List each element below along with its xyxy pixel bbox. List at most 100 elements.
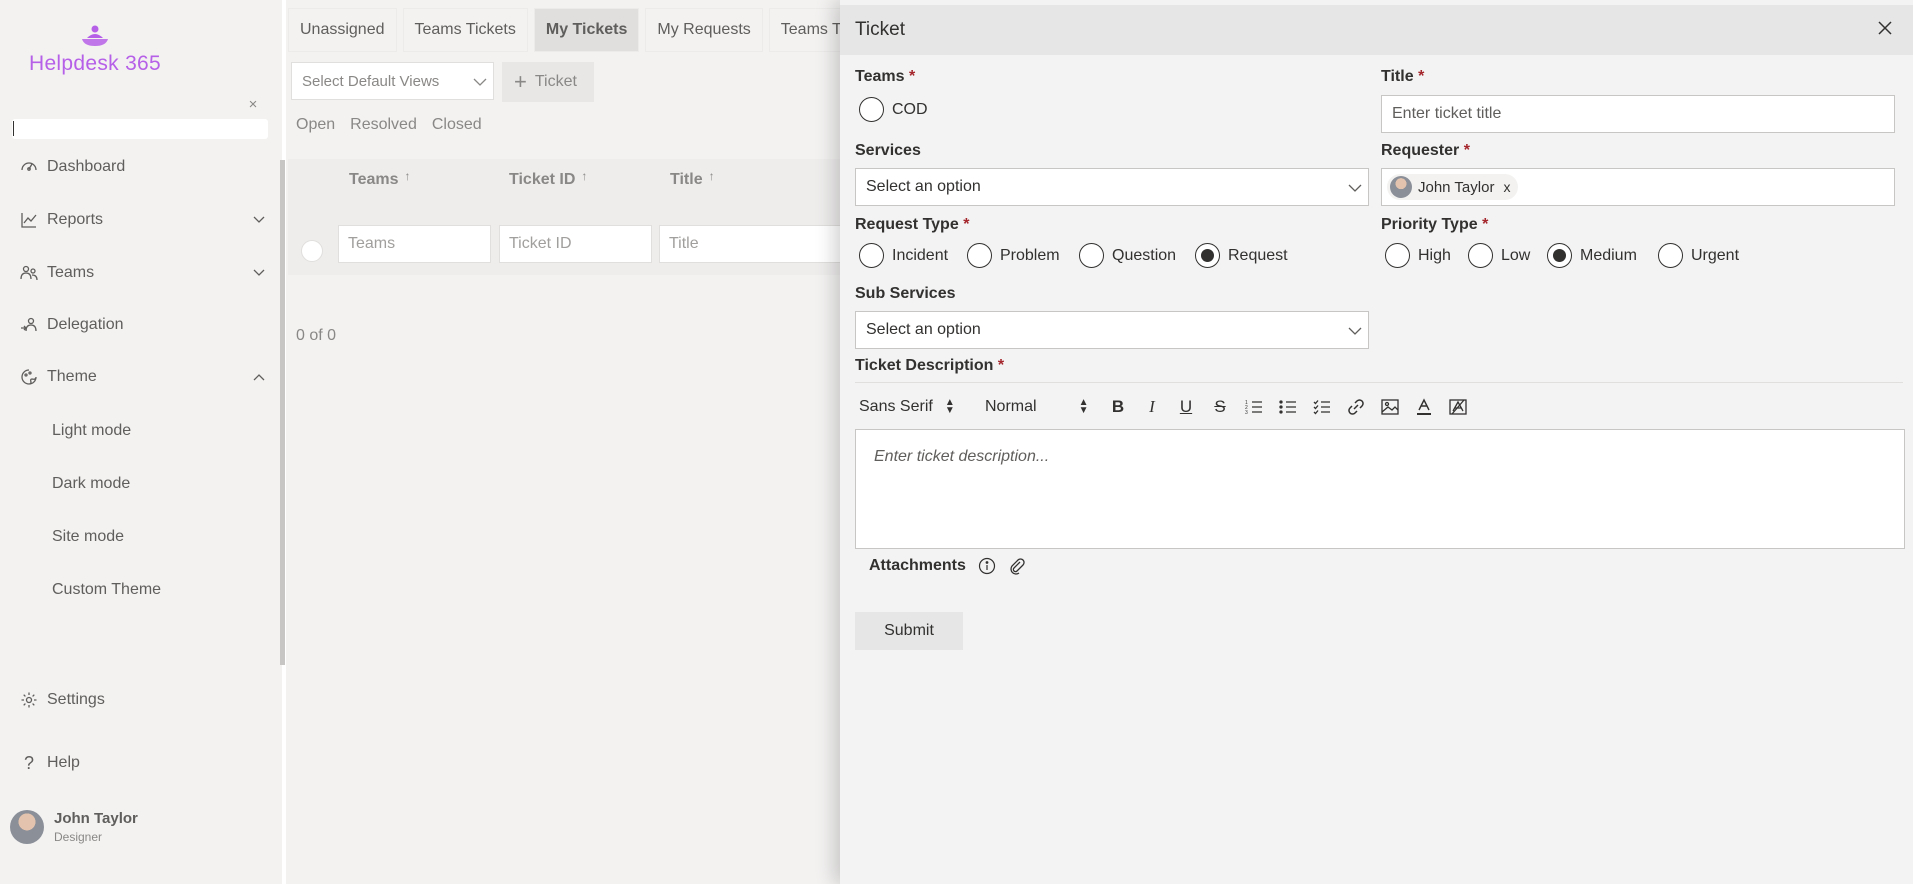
theme-dark-mode[interactable]: Dark mode bbox=[52, 471, 130, 497]
services-dropdown[interactable]: Select an option bbox=[855, 168, 1369, 206]
paperclip-icon[interactable] bbox=[1008, 557, 1026, 575]
requester-label: Requester * bbox=[1381, 142, 1470, 159]
request-type-question[interactable]: Question bbox=[1079, 243, 1176, 268]
radio-label: Urgent bbox=[1691, 246, 1740, 264]
views-placeholder: Select Default Views bbox=[302, 72, 440, 90]
filter-resolved[interactable]: Resolved bbox=[350, 116, 417, 136]
close-icon[interactable] bbox=[1875, 18, 1895, 38]
submit-button[interactable]: Submit bbox=[855, 612, 963, 650]
nav-help[interactable]: ? Help bbox=[19, 748, 267, 778]
nav-label: Reports bbox=[47, 211, 104, 228]
filter-teams-input[interactable]: Teams bbox=[338, 225, 491, 263]
column-label: Teams bbox=[349, 171, 399, 188]
filter-ticket-id-input[interactable]: Ticket ID bbox=[499, 225, 652, 263]
svg-text:3: 3 bbox=[1245, 410, 1248, 415]
font-family-value: Sans Serif bbox=[859, 398, 933, 415]
strikethrough-icon[interactable]: S bbox=[1203, 393, 1237, 421]
nav-dashboard[interactable]: Dashboard bbox=[19, 152, 267, 182]
radio-label: Request bbox=[1228, 246, 1288, 264]
filter-open[interactable]: Open bbox=[296, 116, 335, 136]
title-input[interactable]: Enter ticket title bbox=[1381, 95, 1895, 133]
nav-theme[interactable]: Theme bbox=[19, 362, 267, 392]
chevron-down-icon bbox=[251, 212, 267, 228]
sub-services-dropdown[interactable]: Select an option bbox=[855, 311, 1369, 349]
chevron-up-icon bbox=[251, 369, 267, 385]
tab-unassigned[interactable]: Unassigned bbox=[288, 8, 397, 52]
sort-up-icon: ↑ bbox=[581, 169, 588, 183]
column-header-teams[interactable]: Teams ↑ bbox=[349, 169, 411, 189]
radio-circle bbox=[859, 243, 884, 268]
gear-icon bbox=[19, 690, 39, 710]
filter-title-input[interactable]: Title bbox=[659, 225, 843, 263]
priority-low[interactable]: Low bbox=[1468, 243, 1530, 268]
filter-closed[interactable]: Closed bbox=[432, 116, 482, 136]
sort-up-icon: ↑ bbox=[404, 169, 411, 183]
checklist-icon[interactable] bbox=[1305, 393, 1339, 421]
column-header-title[interactable]: Title ↑ bbox=[670, 169, 715, 189]
nav-settings[interactable]: Settings bbox=[19, 685, 267, 715]
close-search-icon[interactable]: × bbox=[246, 97, 260, 112]
column-label: Ticket ID bbox=[509, 171, 576, 188]
italic-icon[interactable]: I bbox=[1135, 393, 1169, 421]
radio-label: Problem bbox=[1000, 246, 1060, 264]
ticket-description-editor[interactable]: Enter ticket description... bbox=[855, 429, 1905, 549]
requester-input[interactable]: John Taylor x bbox=[1381, 168, 1895, 206]
app-logo[interactable]: Helpdesk 365 bbox=[20, 24, 170, 76]
sidebar-search-input[interactable] bbox=[12, 119, 268, 139]
user-name: John Taylor bbox=[54, 810, 138, 827]
teams-radio-cod[interactable]: COD bbox=[859, 97, 928, 122]
bold-icon[interactable]: B bbox=[1101, 393, 1135, 421]
bullet-list-icon[interactable] bbox=[1271, 393, 1305, 421]
tab-my-requests[interactable]: My Requests bbox=[645, 8, 763, 52]
theme-custom-theme[interactable]: Custom Theme bbox=[52, 577, 161, 603]
radio-circle bbox=[1079, 243, 1104, 268]
image-icon[interactable] bbox=[1373, 393, 1407, 421]
sub-services-placeholder: Select an option bbox=[866, 321, 981, 338]
font-size-value: Normal bbox=[985, 398, 1037, 415]
font-size-select[interactable]: Normal ▲ ▼ bbox=[980, 398, 1101, 416]
nav-label: Settings bbox=[47, 691, 105, 708]
user-profile[interactable]: John Taylor Designer bbox=[10, 806, 138, 848]
theme-site-mode[interactable]: Site mode bbox=[52, 524, 124, 550]
column-label: Title bbox=[670, 171, 703, 188]
radio-circle bbox=[967, 243, 992, 268]
priority-medium[interactable]: Medium bbox=[1547, 243, 1637, 268]
nav-teams[interactable]: Teams bbox=[19, 258, 267, 288]
radio-circle bbox=[1385, 243, 1410, 268]
clear-format-icon[interactable] bbox=[1441, 393, 1475, 421]
tab-teams-tickets[interactable]: Teams Tickets bbox=[402, 8, 528, 52]
sidebar-scrollbar[interactable] bbox=[280, 160, 285, 665]
info-icon[interactable] bbox=[978, 557, 996, 575]
radio-label: Incident bbox=[892, 246, 949, 264]
font-family-select[interactable]: Sans Serif ▲ ▼ bbox=[855, 398, 980, 416]
priority-high[interactable]: High bbox=[1385, 243, 1451, 268]
theme-light-mode[interactable]: Light mode bbox=[52, 418, 131, 444]
help-icon: ? bbox=[23, 752, 34, 773]
attachments-label: Attachments bbox=[869, 557, 966, 574]
column-header-ticket-id[interactable]: Ticket ID ↑ bbox=[509, 169, 588, 189]
request-type-incident[interactable]: Incident bbox=[859, 243, 948, 268]
main-content: Unassigned Teams Tickets My Tickets My R… bbox=[286, 0, 861, 884]
priority-urgent[interactable]: Urgent bbox=[1658, 243, 1739, 268]
request-type-request[interactable]: Request bbox=[1195, 243, 1288, 268]
default-views-dropdown[interactable]: Select Default Views bbox=[291, 62, 494, 100]
text-color-icon[interactable] bbox=[1407, 393, 1441, 421]
request-type-problem[interactable]: Problem bbox=[967, 243, 1060, 268]
ordered-list-icon[interactable]: 123 bbox=[1237, 393, 1271, 421]
select-all-checkbox[interactable] bbox=[301, 240, 323, 262]
teams-label: Teams * bbox=[855, 68, 916, 85]
requester-pill: John Taylor x bbox=[1387, 174, 1519, 200]
attachments-row: Attachments bbox=[869, 557, 1026, 575]
nav-reports[interactable]: Reports bbox=[19, 205, 267, 235]
radio-circle bbox=[1468, 243, 1493, 268]
add-ticket-button[interactable]: + Ticket bbox=[502, 62, 594, 102]
tab-my-tickets[interactable]: My Tickets bbox=[533, 8, 640, 52]
status-filters: Open Resolved Closed bbox=[296, 116, 497, 136]
radio-circle-selected bbox=[1195, 243, 1220, 268]
link-icon[interactable] bbox=[1339, 393, 1373, 421]
sort-up-icon: ↑ bbox=[708, 169, 715, 183]
radio-circle bbox=[859, 97, 884, 122]
nav-delegation[interactable]: Delegation bbox=[19, 310, 267, 340]
remove-requester-button[interactable]: x bbox=[1503, 179, 1510, 195]
underline-icon[interactable]: U bbox=[1169, 393, 1203, 421]
